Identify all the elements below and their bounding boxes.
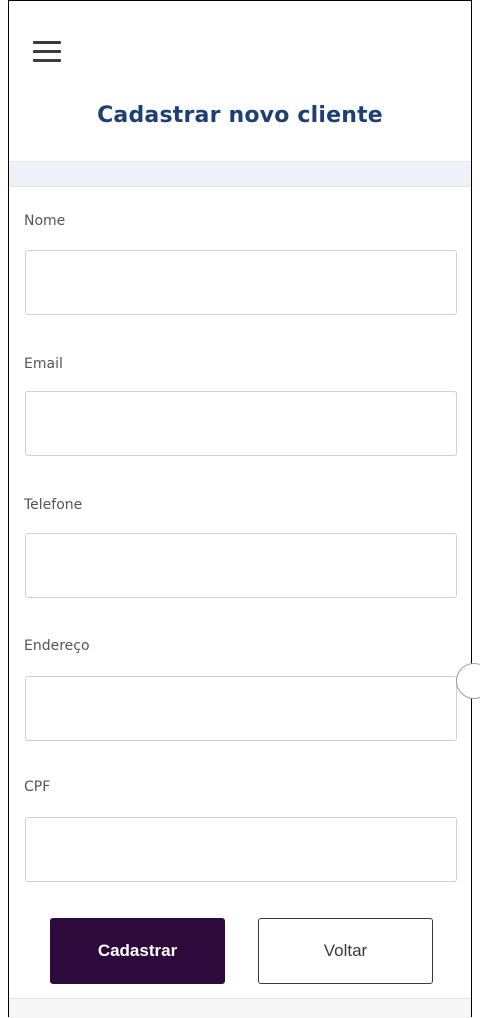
header-band xyxy=(9,162,471,187)
cpf-input[interactable] xyxy=(25,817,457,882)
email-label: Email xyxy=(24,356,63,372)
name-input[interactable] xyxy=(25,250,457,315)
page-title: Cadastrar novo cliente xyxy=(97,103,383,128)
cpf-label: CPF xyxy=(24,779,51,795)
address-input[interactable] xyxy=(25,676,457,741)
phone-input[interactable] xyxy=(25,533,457,598)
header: Cadastrar novo cliente xyxy=(9,1,471,162)
hamburger-menu-icon[interactable] xyxy=(33,41,61,63)
address-label: Endereço xyxy=(24,638,90,654)
email-input[interactable] xyxy=(25,391,457,456)
bottom-bar xyxy=(9,998,471,1018)
name-label: Nome xyxy=(24,213,66,229)
back-button[interactable]: Voltar xyxy=(258,918,433,984)
phone-label: Telefone xyxy=(24,497,83,513)
submit-button[interactable]: Cadastrar xyxy=(50,918,225,984)
